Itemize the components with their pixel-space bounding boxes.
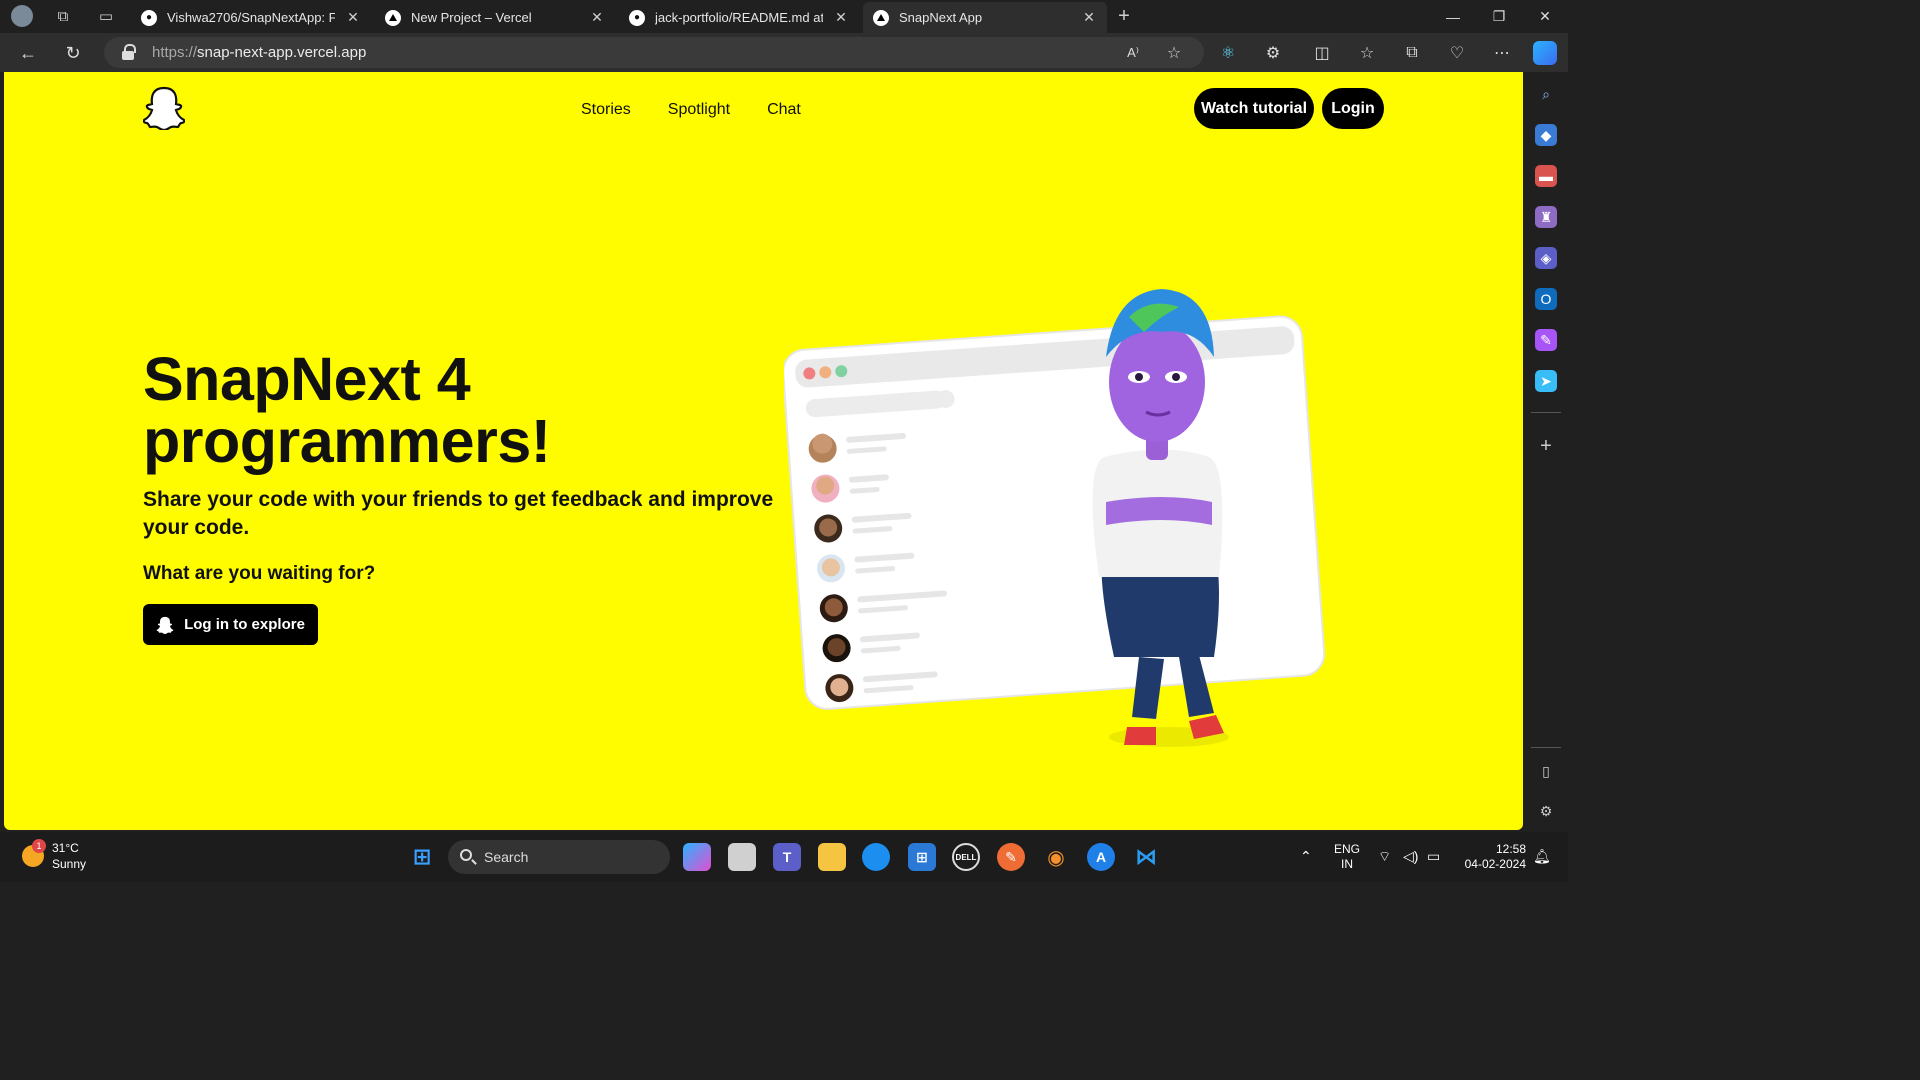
- hero-title-line2: programmers!: [143, 407, 551, 475]
- clock[interactable]: 12:58 04-02-2024: [1458, 842, 1526, 872]
- vertical-tabs-icon[interactable]: ▭: [95, 5, 117, 27]
- github-icon: ●: [141, 9, 157, 26]
- microsoft-365-icon[interactable]: ◈: [1535, 247, 1557, 269]
- vscode-icon[interactable]: ⋈: [1132, 843, 1160, 871]
- address-toolbar: ← ↻ https://snap-next-app.vercel.app A⁾ …: [0, 33, 1568, 72]
- weather-widget[interactable]: 1 31°C Sunny: [22, 839, 87, 872]
- notifications-bell-icon[interactable]: 🔔︎: [1533, 848, 1551, 865]
- split-screen-icon[interactable]: ◫: [1310, 41, 1334, 65]
- tools-icon[interactable]: ▬: [1535, 165, 1557, 187]
- hero-question: What are you waiting for?: [143, 563, 376, 584]
- hero-title-line1: SnapNext 4: [143, 345, 471, 413]
- sun-icon: 1: [22, 839, 46, 867]
- vercel-icon: [873, 9, 889, 26]
- main-nav: Stories Spotlight Chat: [581, 101, 801, 119]
- snapnext-landing-page: Stories Spotlight Chat Watch tutorial Lo…: [4, 72, 1523, 830]
- edge-icon[interactable]: [862, 843, 890, 871]
- copilot-icon[interactable]: [1533, 41, 1557, 65]
- refresh-icon[interactable]: ↻: [61, 41, 85, 65]
- postman-icon[interactable]: ✎: [997, 843, 1025, 871]
- react-devtools-icon[interactable]: ⚛: [1216, 41, 1240, 65]
- minimize-icon[interactable]: —: [1430, 0, 1476, 33]
- nav-chat[interactable]: Chat: [767, 101, 801, 119]
- back-arrow-icon[interactable]: ←: [16, 41, 40, 65]
- close-icon[interactable]: ✕: [833, 9, 849, 26]
- hero-subtitle: Share your code with your friends to get…: [143, 488, 774, 539]
- weather-desc: Sunny: [52, 857, 87, 871]
- close-window-icon[interactable]: ✕: [1522, 0, 1568, 33]
- file-explorer-icon[interactable]: [818, 843, 846, 871]
- favorites-icon[interactable]: ☆: [1355, 41, 1379, 65]
- vercel-icon: [385, 9, 401, 26]
- sidebar-divider: [1531, 747, 1561, 748]
- nav-stories[interactable]: Stories: [581, 101, 631, 119]
- sidebar-divider: [1531, 412, 1561, 413]
- notification-badge: 1: [32, 839, 46, 853]
- search-icon: [460, 849, 472, 861]
- login-to-explore-button[interactable]: Log in to explore: [143, 604, 318, 645]
- copilot-icon[interactable]: [683, 843, 711, 871]
- chevron-up-icon[interactable]: ⌃: [1300, 848, 1312, 865]
- browser-essentials-icon[interactable]: ♡: [1445, 41, 1469, 65]
- volume-icon[interactable]: ◁): [1403, 848, 1418, 865]
- battery-icon[interactable]: ▭: [1427, 848, 1440, 865]
- taskbar-search[interactable]: Search: [448, 840, 670, 874]
- browser-tab-bar: ⧉ ▭ ● Vishwa2706/SnapNextApp: Full S ✕ N…: [0, 0, 1568, 33]
- github-icon: ●: [629, 9, 645, 26]
- windows-taskbar: 1 31°C Sunny ⊞ Search T ⊞ DELL ✎ ◉ A ⋈ ⌃…: [0, 832, 1568, 882]
- dell-icon[interactable]: DELL: [952, 843, 980, 871]
- profile-avatar[interactable]: [11, 5, 33, 27]
- login-button[interactable]: Login: [1322, 88, 1384, 129]
- snapchat-ghost-logo[interactable]: [143, 86, 185, 130]
- windows-start-icon[interactable]: ⊞: [408, 843, 436, 871]
- task-view-icon[interactable]: [728, 843, 756, 871]
- add-icon[interactable]: +: [1535, 435, 1557, 457]
- weather-temp: 31°C: [52, 841, 79, 855]
- close-icon[interactable]: ✕: [589, 9, 605, 26]
- workspaces-icon[interactable]: ⧉: [52, 5, 74, 27]
- teams-icon[interactable]: T: [773, 843, 801, 871]
- read-aloud-icon[interactable]: A⁾: [1121, 41, 1145, 65]
- shopping-icon[interactable]: ◆: [1535, 124, 1557, 146]
- watch-tutorial-button[interactable]: Watch tutorial: [1194, 88, 1314, 129]
- window-controls: — ❐ ✕: [1430, 0, 1568, 33]
- extensions-icon[interactable]: ⚙: [1261, 41, 1285, 65]
- ghost-icon: [156, 616, 174, 634]
- games-icon[interactable]: ♜: [1535, 206, 1557, 228]
- address-bar[interactable]: https://snap-next-app.vercel.app: [104, 37, 1204, 68]
- nav-spotlight[interactable]: Spotlight: [668, 101, 730, 119]
- app-store-icon[interactable]: A: [1087, 843, 1115, 871]
- collections-icon[interactable]: ⧉: [1400, 41, 1424, 65]
- outlook-icon[interactable]: O: [1535, 288, 1557, 310]
- tab-snapnextapp-github[interactable]: ● Vishwa2706/SnapNextApp: Full S ✕: [131, 2, 371, 33]
- restore-icon[interactable]: ❐: [1476, 0, 1522, 33]
- blender-icon[interactable]: ◉: [1042, 843, 1070, 871]
- tab-snapnext-app[interactable]: SnapNext App ✕: [863, 2, 1107, 33]
- tab-jack-portfolio-readme[interactable]: ● jack-portfolio/README.md at ma ✕: [619, 2, 859, 33]
- designer-icon[interactable]: ✎: [1535, 329, 1557, 351]
- edge-sidebar: ⌕ ◆ ▬ ♜ ◈ O ✎ ➤ + ▯ ⚙: [1523, 72, 1568, 832]
- settings-gear-icon[interactable]: ⚙: [1535, 800, 1557, 822]
- telegram-icon[interactable]: ➤: [1535, 370, 1557, 392]
- search-icon[interactable]: ⌕: [1535, 83, 1557, 105]
- microsoft-store-icon[interactable]: ⊞: [908, 843, 936, 871]
- wifi-icon[interactable]: ⌔: [1378, 848, 1391, 866]
- hero-illustration: [784, 289, 1326, 747]
- new-tab-icon[interactable]: +: [1113, 5, 1135, 27]
- close-icon[interactable]: ✕: [1081, 9, 1097, 26]
- favorite-star-icon[interactable]: ☆: [1162, 41, 1186, 65]
- close-icon[interactable]: ✕: [345, 9, 361, 26]
- sidebar-layout-icon[interactable]: ▯: [1535, 760, 1557, 782]
- hero-title: SnapNext 4 programmers!: [143, 348, 783, 472]
- language-indicator[interactable]: ENG IN: [1334, 842, 1360, 872]
- cta-label: Log in to explore: [184, 616, 305, 633]
- tab-vercel-new-project[interactable]: New Project – Vercel ✕: [375, 2, 615, 33]
- lock-icon: [122, 44, 136, 60]
- more-options-icon[interactable]: ⋯: [1490, 41, 1514, 65]
